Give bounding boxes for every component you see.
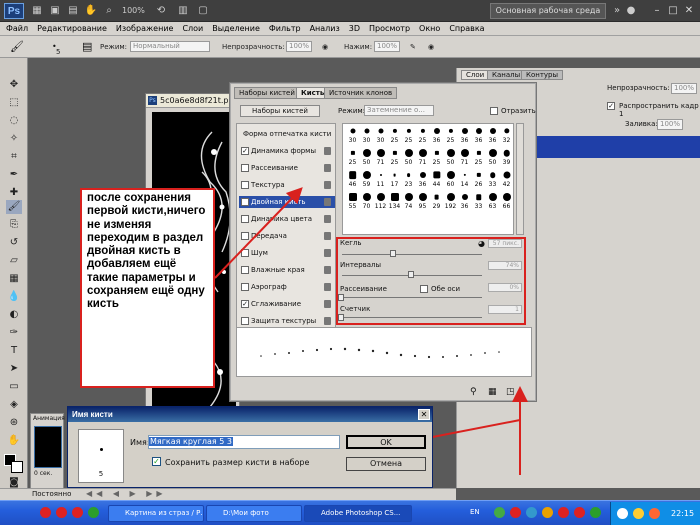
brush-name-dialog: Имя кисти ✕ 5 Имя: Мягкая круглая 5 3 ✓ … bbox=[67, 406, 433, 488]
task-opera[interactable]: Картина из страз / Р... bbox=[108, 505, 204, 522]
dialog-brush-size: 5 bbox=[98, 470, 104, 478]
frame-delay[interactable]: 0 сек. bbox=[34, 470, 52, 477]
windows-taskbar: Картина из страз / Р... D:\Мои фото Adob… bbox=[0, 500, 700, 525]
tray-icon-2[interactable] bbox=[510, 507, 521, 518]
tray-icon-1[interactable] bbox=[494, 507, 505, 518]
animation-controls-row: Постоянно ◀◀ ◀ ▶ ▶▶ bbox=[0, 488, 456, 500]
volume-icon[interactable] bbox=[633, 508, 644, 519]
cancel-button[interactable]: Отмена bbox=[346, 457, 426, 471]
opera-icon[interactable] bbox=[40, 507, 51, 518]
arrow-to-dual-brush bbox=[214, 187, 303, 279]
task-photoshop[interactable]: Adobe Photoshop CS... bbox=[304, 505, 412, 522]
tray-icon-7[interactable] bbox=[590, 507, 601, 518]
playback-controls-icon[interactable]: ◀◀ ◀ ▶ ▶▶ bbox=[86, 489, 167, 498]
language-indicator[interactable]: EN bbox=[470, 508, 480, 516]
opera-icon-2[interactable] bbox=[56, 507, 67, 518]
brush-tip-dot-icon bbox=[100, 448, 103, 451]
system-tray: 22:15 bbox=[610, 502, 700, 525]
brush-name-input[interactable]: Мягкая круглая 5 3 bbox=[148, 435, 340, 449]
animation-frame-1[interactable] bbox=[34, 426, 62, 468]
loop-select[interactable]: Постоянно bbox=[32, 490, 71, 498]
dialog-brush-preview: 5 bbox=[78, 429, 124, 483]
tray-icon-4[interactable] bbox=[542, 507, 553, 518]
name-label: Имя: bbox=[130, 438, 150, 447]
antivirus-icon[interactable] bbox=[649, 508, 660, 519]
clock: 22:15 bbox=[671, 509, 695, 518]
tray-icon-5[interactable] bbox=[558, 507, 569, 518]
animation-panel: Анимация 0 сек. bbox=[30, 413, 65, 490]
network-icon[interactable] bbox=[617, 508, 628, 519]
opera-icon-3[interactable] bbox=[72, 507, 83, 518]
dialog-close-icon[interactable]: ✕ bbox=[418, 409, 430, 420]
keep-size-checkbox[interactable]: ✓ bbox=[152, 457, 161, 466]
app-icon[interactable] bbox=[88, 507, 99, 518]
tray-icon-6[interactable] bbox=[574, 507, 585, 518]
keep-size-label: Сохранить размер кисти в наборе bbox=[165, 458, 310, 467]
tab-animation[interactable]: Анимация bbox=[33, 415, 65, 422]
dialog-title[interactable]: Имя кисти bbox=[68, 407, 432, 422]
ok-button[interactable]: OK bbox=[346, 435, 426, 449]
tray-icon-3[interactable] bbox=[526, 507, 537, 518]
task-folder[interactable]: D:\Мои фото bbox=[206, 505, 302, 522]
